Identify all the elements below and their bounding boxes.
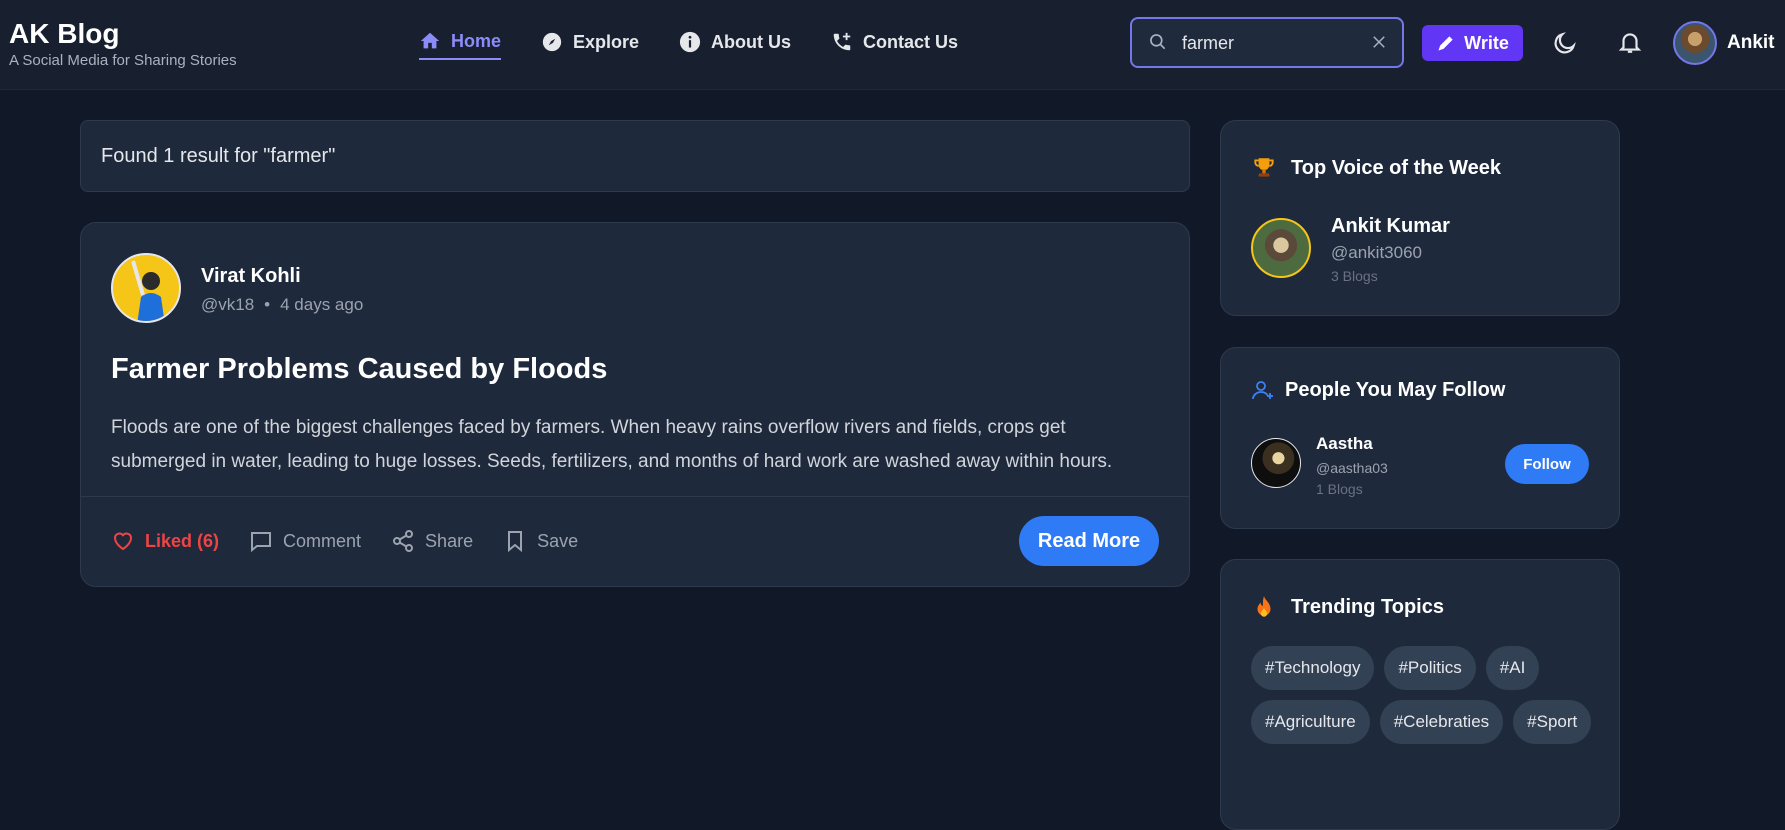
post-author-handle: @vk18	[201, 295, 255, 314]
pen-icon	[1438, 36, 1453, 51]
nav-explore[interactable]: Explore	[541, 26, 639, 60]
read-more-button[interactable]: Read More	[1019, 516, 1159, 566]
tag-chip[interactable]: #Politics	[1384, 646, 1476, 690]
save-label: Save	[537, 530, 579, 551]
tag-chip[interactable]: #Agriculture	[1251, 700, 1370, 744]
avatar[interactable]	[1251, 218, 1311, 278]
people-to-follow-card: People You May Follow Aastha @aastha03 1…	[1220, 347, 1620, 529]
avatar[interactable]	[1251, 438, 1301, 488]
tag-chip[interactable]: #AI	[1485, 646, 1540, 690]
comment-button[interactable]: Comment	[249, 529, 361, 553]
tag-chip[interactable]: #Sport	[1513, 700, 1592, 744]
post-card: Virat Kohli @vk18 • 4 days ago Farmer Pr…	[80, 222, 1190, 587]
write-button[interactable]: Write	[1422, 25, 1523, 61]
share-label: Share	[425, 530, 474, 551]
results-text: Found 1 result for "farmer"	[101, 144, 336, 167]
compass-icon	[542, 32, 562, 52]
user-plus-icon	[1252, 381, 1273, 400]
post-title[interactable]: Farmer Problems Caused by Floods	[111, 353, 607, 386]
top-voice-card: Top Voice of the Week Ankit Kumar @ankit…	[1220, 120, 1620, 316]
top-navbar: AK Blog A Social Media for Sharing Stori…	[0, 0, 1785, 90]
fire-icon	[1257, 596, 1271, 617]
trophy-icon	[1254, 158, 1274, 177]
follow-button[interactable]: Follow	[1505, 444, 1589, 484]
search-input[interactable]	[1182, 29, 1362, 57]
suggested-user-handle: @aastha03	[1316, 460, 1388, 476]
divider	[81, 496, 1189, 497]
save-button[interactable]: Save	[503, 529, 578, 553]
comment-label: Comment	[283, 530, 362, 551]
nav-about[interactable]: About Us	[679, 26, 791, 60]
share-icon	[393, 530, 414, 552]
top-voice-title: Top Voice of the Week	[1291, 156, 1502, 179]
tag-list: #Technology #Politics #AI #Agriculture #…	[1251, 646, 1601, 744]
search-icon	[1150, 34, 1166, 50]
people-to-follow-title: People You May Follow	[1285, 378, 1506, 401]
home-icon	[420, 32, 440, 49]
meta-separator: •	[264, 295, 271, 314]
post-actions: Liked (6) Comment Share Save	[111, 529, 578, 553]
trending-topics-header: Trending Topics	[1251, 594, 1444, 620]
share-button[interactable]: Share	[391, 529, 473, 553]
brand[interactable]: AK Blog A Social Media for Sharing Stori…	[9, 18, 237, 69]
user-menu[interactable]: Ankit	[1673, 21, 1775, 65]
main-nav: Home Explore About Us Contact Us	[419, 26, 958, 60]
post-time: 4 days ago	[280, 295, 364, 314]
like-label: Liked (6)	[145, 530, 220, 551]
nav-explore-label: Explore	[573, 31, 640, 52]
like-button[interactable]: Liked (6)	[111, 529, 219, 553]
trending-topics-card: Trending Topics #Technology #Politics #A…	[1220, 559, 1620, 830]
cricketer-illustration	[131, 260, 165, 321]
heart-icon	[113, 532, 133, 551]
trending-topics-title: Trending Topics	[1291, 595, 1444, 618]
nav-home[interactable]: Home	[419, 26, 502, 60]
tag-chip[interactable]: #Technology	[1251, 646, 1375, 690]
write-button-label: Write	[1464, 32, 1509, 53]
brand-title[interactable]: AK Blog	[9, 18, 237, 50]
nav-contact-label: Contact Us	[863, 31, 959, 52]
top-voice-name[interactable]: Ankit Kumar	[1331, 215, 1450, 238]
top-voice-blog-count: 3 Blogs	[1331, 268, 1378, 284]
avatar	[1673, 21, 1717, 65]
bell-icon[interactable]	[1617, 29, 1643, 55]
suggested-user-blog-count: 1 Blogs	[1316, 481, 1363, 497]
tag-chip[interactable]: #Celebraties	[1379, 700, 1504, 744]
phone-plus-icon	[833, 32, 851, 51]
close-icon[interactable]	[1370, 33, 1388, 51]
brand-subtitle: A Social Media for Sharing Stories	[9, 52, 237, 69]
nav-contact[interactable]: Contact Us	[831, 26, 958, 60]
info-icon	[679, 31, 701, 53]
search-box[interactable]	[1130, 17, 1404, 68]
top-voice-header: Top Voice of the Week	[1251, 155, 1501, 181]
post-excerpt: Floods are one of the biggest challenges…	[111, 417, 1113, 472]
bookmark-icon	[508, 531, 523, 553]
post-author-name[interactable]: Virat Kohli	[201, 265, 301, 288]
nav-home-label: Home	[451, 30, 502, 51]
moon-icon[interactable]	[1552, 30, 1578, 56]
search-results-summary: Found 1 result for "farmer"	[80, 120, 1190, 192]
post-meta: @vk18 • 4 days ago	[201, 295, 363, 315]
user-name: Ankit	[1727, 32, 1775, 53]
people-to-follow-header: People You May Follow	[1251, 378, 1505, 402]
top-voice-handle: @ankit3060	[1331, 243, 1422, 262]
suggested-user-name[interactable]: Aastha	[1316, 434, 1373, 454]
comment-icon	[251, 532, 272, 553]
author-avatar[interactable]	[111, 253, 181, 323]
nav-about-label: About Us	[711, 31, 792, 52]
